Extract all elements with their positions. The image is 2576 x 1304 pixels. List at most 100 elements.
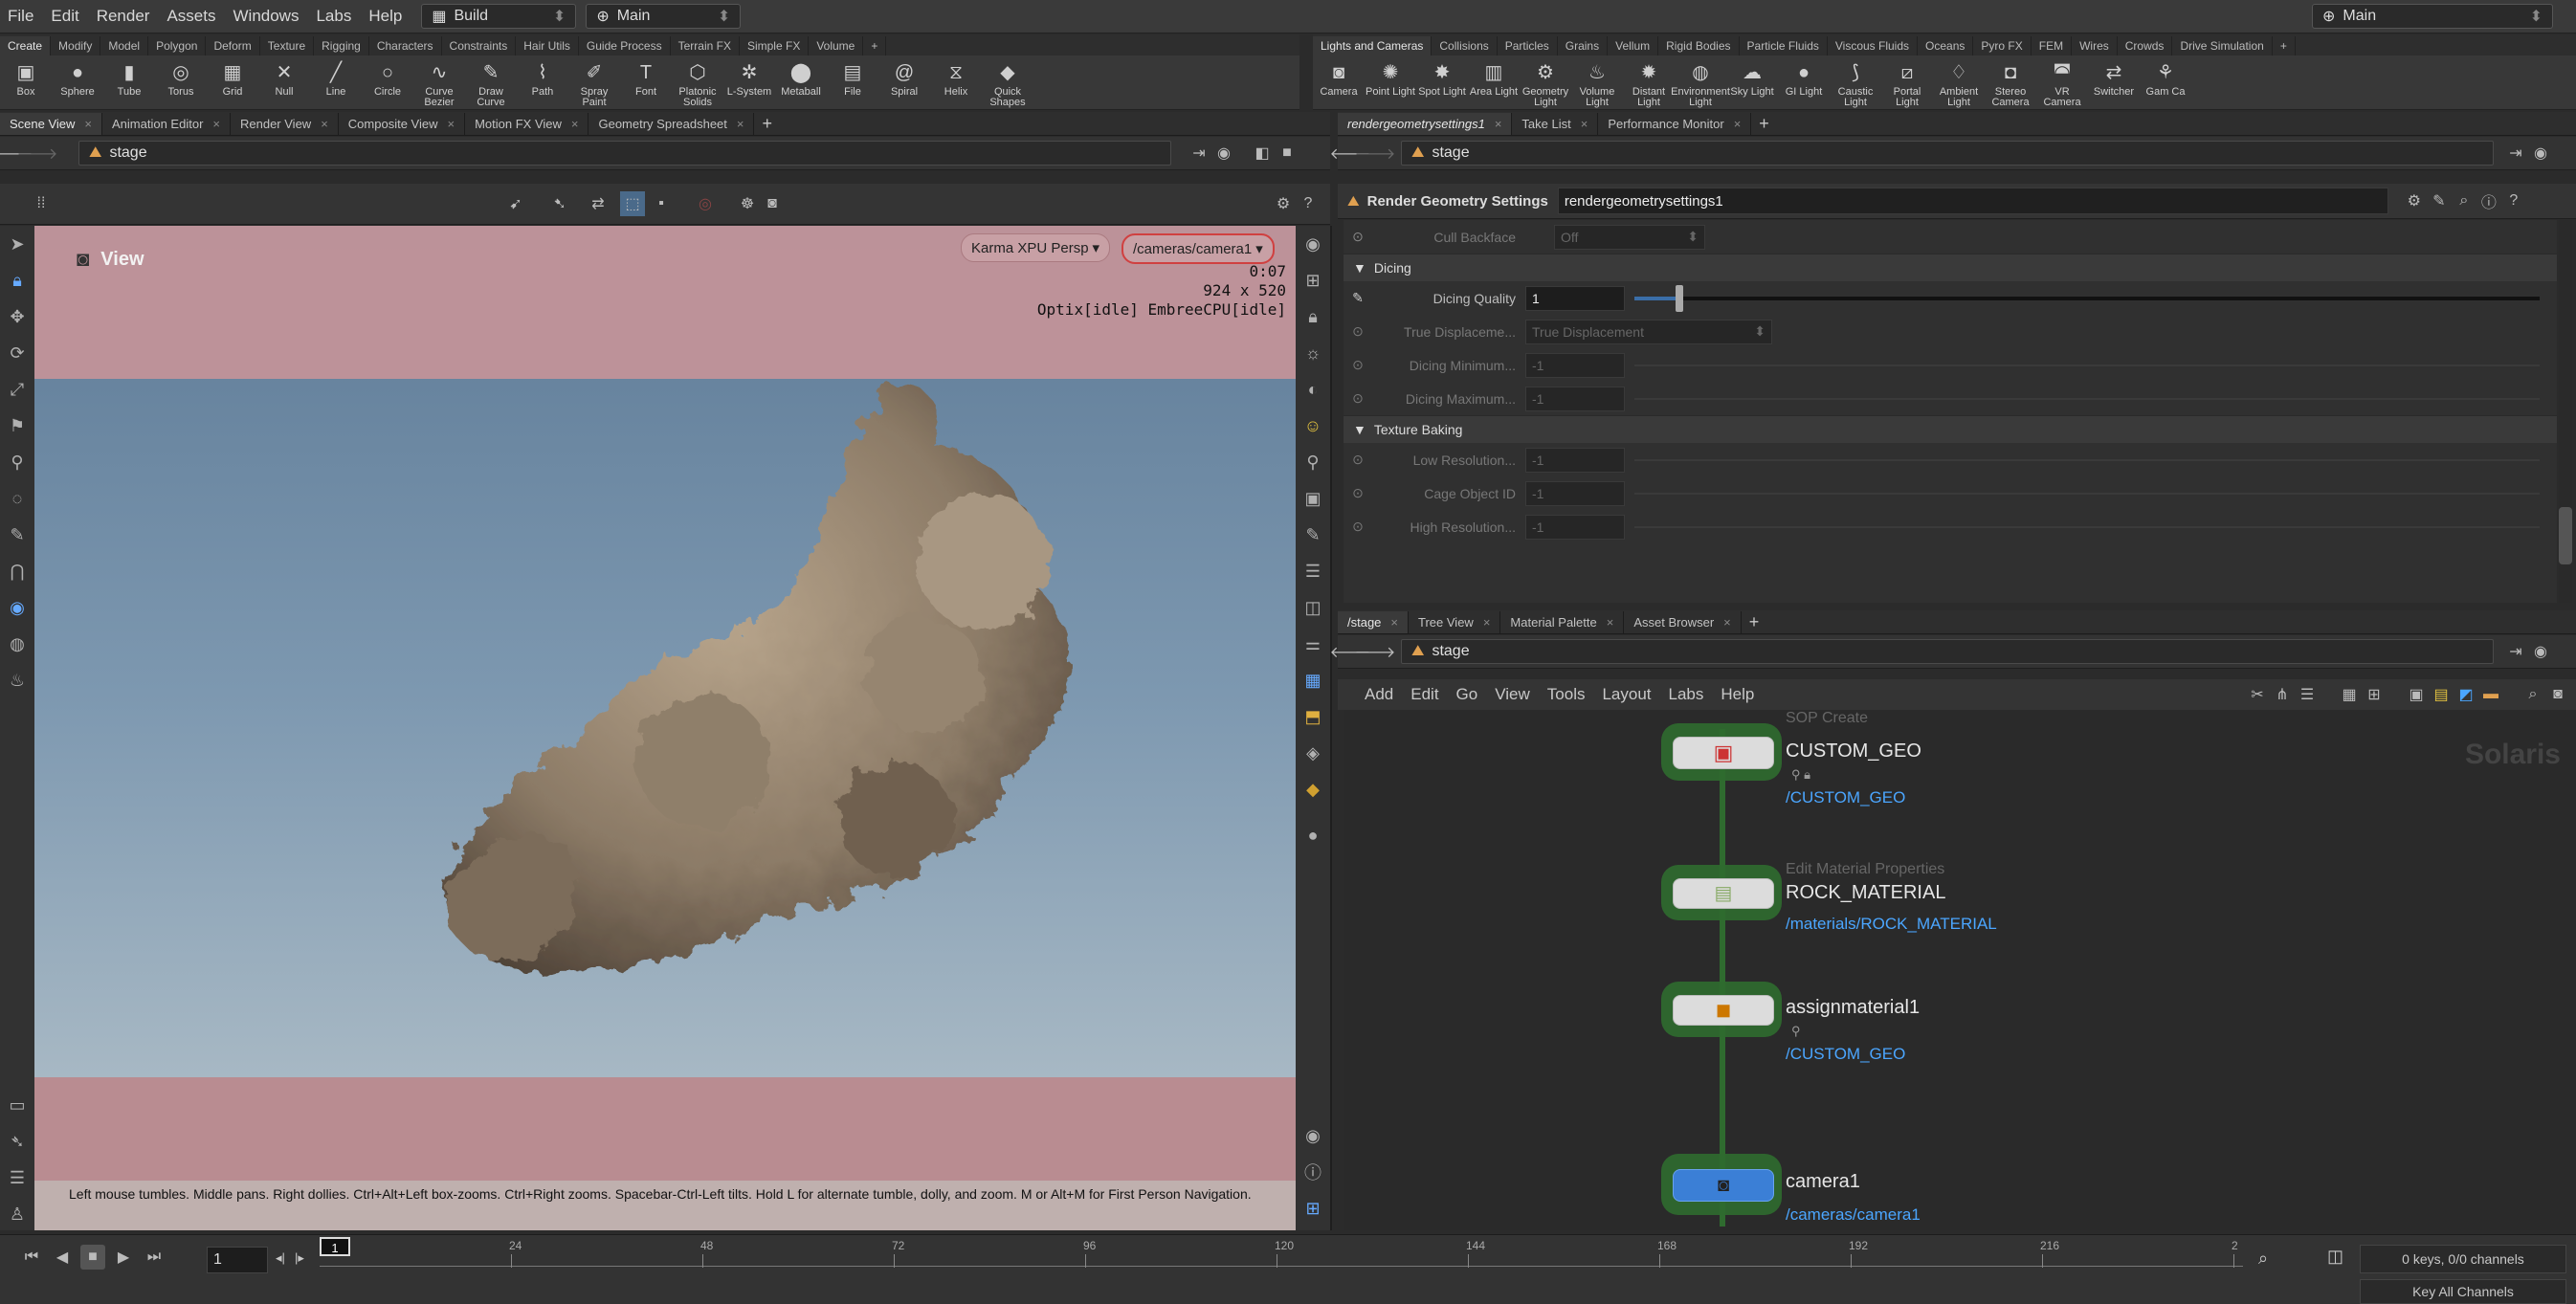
pose-icon[interactable]: ⚲ xyxy=(0,444,34,480)
node-name-label[interactable]: CUSTOM_GEO xyxy=(1786,740,1921,763)
shelf-tool[interactable]: ∿ Curve Bezier xyxy=(413,61,465,108)
cage-object-id-slider[interactable] xyxy=(1634,492,2540,495)
menu-help[interactable]: Help xyxy=(368,7,402,26)
context-selector[interactable]: ⊕ Main ⬍ xyxy=(586,4,742,29)
forward-arrow-icon[interactable]: 🡒 xyxy=(1355,141,1396,166)
maximize-icon[interactable]: ■ xyxy=(1275,141,1299,166)
shelf-tool[interactable]: ◍ Environment Light xyxy=(1671,61,1730,108)
close-icon[interactable]: × xyxy=(1581,117,1588,131)
left-shelf-tab[interactable]: Simple FX xyxy=(740,36,810,55)
info-icon[interactable]: ⓘ xyxy=(2476,188,2501,213)
left-shelf-tab[interactable]: Volume xyxy=(809,36,864,55)
dicing-maximum-field[interactable]: -1 xyxy=(1525,386,1625,411)
lasso-icon[interactable]: ◌ xyxy=(0,480,34,517)
menu-layout[interactable]: Layout xyxy=(1602,685,1651,704)
wrench-icon[interactable]: ✂ xyxy=(2245,682,2270,707)
add-tab-icon[interactable]: + xyxy=(762,114,772,134)
bug-icon[interactable]: ☸ xyxy=(735,191,760,216)
menu-edit[interactable]: Edit xyxy=(1410,685,1438,704)
tab-parameters[interactable]: rendergeometrysettings1 × xyxy=(1338,112,1513,135)
square-icon[interactable]: ▪ xyxy=(649,191,674,216)
smile-icon[interactable]: ☺ xyxy=(1296,408,1330,444)
right-shelf-tab[interactable]: Vellum xyxy=(1608,36,1659,55)
shelf-tool[interactable]: ✸ Spot Light xyxy=(1416,61,1468,108)
dicing-quality-field[interactable]: 1 xyxy=(1525,285,1625,311)
shelf-tool[interactable]: ⟆ Caustic Light xyxy=(1830,61,1881,108)
menu-help[interactable]: Help xyxy=(1721,685,1754,704)
close-icon[interactable]: × xyxy=(1483,615,1491,630)
frame-icon[interactable]: ⊞ xyxy=(1296,262,1330,298)
tab-motion-fx-view[interactable]: Motion FX View × xyxy=(465,112,589,135)
close-icon[interactable]: × xyxy=(84,117,92,131)
menu-add[interactable]: Add xyxy=(1365,685,1393,704)
left-shelf-tab[interactable]: Hair Utils xyxy=(516,36,579,55)
folder-icon[interactable]: ▬ xyxy=(2478,682,2503,707)
tab-material-palette[interactable]: Material Palette × xyxy=(1500,610,1625,633)
timeline-ruler[interactable]: 1 24 48 72 96 120 144 168 192 216 2 xyxy=(320,1237,2243,1275)
grid-icon[interactable]: ⊞ xyxy=(1296,1190,1330,1227)
right-shelf-tab[interactable]: Pyro FX xyxy=(1973,36,2032,55)
left-shelf-tab[interactable]: Constraints xyxy=(442,36,517,55)
left-shelf-tab[interactable]: Model xyxy=(100,36,149,55)
render-icon[interactable]: ▦ xyxy=(1296,662,1330,698)
view-mode-icon[interactable]: ◧ xyxy=(1250,141,1275,166)
left-shelf-tab[interactable]: Guide Process xyxy=(579,36,671,55)
help-icon[interactable]: ? xyxy=(2501,188,2526,213)
list-icon[interactable]: ☰ xyxy=(1296,553,1330,589)
close-icon[interactable]: × xyxy=(1607,615,1614,630)
keyframe-dot-icon[interactable]: ⊙ xyxy=(1344,323,1372,340)
shelf-tool[interactable]: ✕ Null xyxy=(258,61,310,108)
shelf-tool[interactable]: ◚ VR Camera xyxy=(2036,61,2088,108)
magnet-icon[interactable]: ⋂ xyxy=(0,553,34,589)
record-icon[interactable]: ◎ xyxy=(693,191,718,216)
menu-file[interactable]: File xyxy=(8,7,33,26)
network-path-field[interactable]: ⛰ stage xyxy=(1401,639,2494,664)
play-icon[interactable]: ▶ xyxy=(111,1245,136,1270)
select-arrow2-icon[interactable]: ➷ xyxy=(547,191,572,216)
shelf-tool[interactable]: ◙ Camera xyxy=(1313,61,1365,108)
edit-icon[interactable]: ✎ xyxy=(2427,188,2452,213)
menu-view[interactable]: View xyxy=(1495,685,1530,704)
node-name-field[interactable]: rendergeometrysettings1 xyxy=(1557,188,2388,214)
image-icon[interactable]: ▣ xyxy=(2404,682,2429,707)
left-shelf-tab[interactable]: Deform xyxy=(206,36,260,55)
camera-icon[interactable]: ◙ xyxy=(2545,682,2570,707)
left-shelf-tab[interactable]: Characters xyxy=(369,36,442,55)
pin-icon[interactable]: ⇥ xyxy=(2503,141,2528,166)
stop-icon[interactable]: ■ xyxy=(80,1245,105,1270)
keys-info[interactable]: 0 keys, 0/0 channels xyxy=(2360,1245,2566,1273)
scale-icon[interactable]: ⤢ xyxy=(0,371,34,408)
shelf-tool[interactable]: ⚘ Gam Ca xyxy=(2140,61,2191,108)
shelf-tool[interactable]: ✹ Distant Light xyxy=(1623,61,1675,108)
shade-icon[interactable]: ◆ xyxy=(1296,771,1330,807)
close-icon[interactable]: × xyxy=(1495,117,1502,131)
sphere-shade-icon[interactable]: ◐ xyxy=(1296,371,1330,408)
node-assignmaterial1[interactable]: ◼ xyxy=(1673,995,1774,1026)
node-rock-material[interactable]: ▤ xyxy=(1673,878,1774,909)
right-shelf-tab[interactable]: Rigid Bodies xyxy=(1658,36,1740,55)
right-shelf-tab[interactable]: FEM xyxy=(2032,36,2073,55)
left-shelf-tab[interactable]: Rigging xyxy=(314,36,369,55)
pin-light-icon[interactable]: ⚲ xyxy=(1296,444,1330,480)
snap-icon[interactable]: ⬚ xyxy=(620,191,645,216)
select-tool-icon[interactable]: ➤ xyxy=(0,226,34,262)
menu-go[interactable]: Go xyxy=(1456,685,1478,704)
display-options-icon[interactable]: ◈ xyxy=(1296,735,1330,771)
palette-icon[interactable]: ◩ xyxy=(2454,682,2478,707)
left-shelf-tab[interactable]: Texture xyxy=(260,36,315,55)
shelf-tool[interactable]: ⌇ Path xyxy=(517,61,568,108)
jump-end-icon[interactable]: ⏭ xyxy=(142,1245,167,1270)
step-forward-icon[interactable]: |▸ xyxy=(295,1250,304,1266)
tab-tree-view[interactable]: Tree View × xyxy=(1409,610,1501,633)
shelf-tool[interactable]: ◆ Quick Shapes xyxy=(982,61,1033,108)
paint-icon[interactable]: ✎ xyxy=(0,517,34,553)
node-camera1[interactable]: ◙ xyxy=(1673,1169,1774,1202)
view-tool-icon[interactable]: ◉ xyxy=(0,589,34,626)
note-icon[interactable]: ▤ xyxy=(2429,682,2454,707)
help-icon[interactable]: ? xyxy=(1296,191,1321,216)
section-dicing[interactable]: ▼ Dicing xyxy=(1344,254,2557,281)
keyframe-dot-icon[interactable]: ⊙ xyxy=(1344,485,1372,501)
tab-geometry-spreadsheet[interactable]: Geometry Spreadsheet × xyxy=(588,112,755,135)
add-shelf-tab-icon[interactable]: + xyxy=(2273,36,2296,55)
left-shelf-tab[interactable]: Modify xyxy=(51,36,101,55)
